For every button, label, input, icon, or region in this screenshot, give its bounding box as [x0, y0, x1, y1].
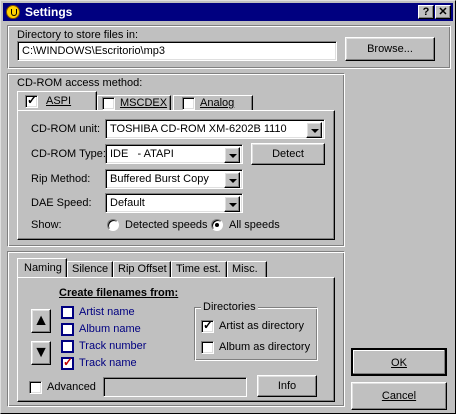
- album-name-checkbox[interactable]: [61, 323, 74, 336]
- chevron-down-icon[interactable]: [306, 122, 322, 138]
- rip-method-label: Rip Method:: [31, 173, 91, 185]
- advanced-label: Advanced: [47, 381, 96, 393]
- cdrom-type-value: IDE - ATAPI: [110, 148, 174, 160]
- track-number-checkbox[interactable]: [61, 340, 74, 353]
- help-button[interactable]: ?: [418, 5, 434, 19]
- advanced-checkbox[interactable]: [29, 381, 42, 394]
- cdrom-unit-label: CD-ROM unit:: [31, 123, 101, 135]
- arrow-up-icon: ▲: [33, 312, 49, 329]
- aspi-checkbox[interactable]: [25, 93, 38, 108]
- dae-speed-select[interactable]: Default: [105, 193, 243, 213]
- tab-rip-offset-label: Rip Offset: [118, 263, 167, 275]
- tab-misc-label: Misc.: [232, 263, 258, 275]
- window-title: Settings: [25, 5, 73, 19]
- directory-label: Directory to store files in:: [17, 29, 139, 41]
- artist-as-directory-label: Artist as directory: [219, 320, 304, 332]
- info-button[interactable]: Info: [257, 375, 317, 397]
- move-down-button[interactable]: ▼: [31, 341, 51, 365]
- tab-naming[interactable]: Naming: [17, 258, 67, 278]
- detected-speeds-radio[interactable]: [107, 219, 119, 231]
- arrow-down-icon: ▼: [33, 344, 49, 361]
- dae-speed-value: Default: [110, 197, 145, 209]
- tab-naming-label: Naming: [24, 262, 62, 274]
- ok-button[interactable]: OK: [351, 348, 447, 376]
- tab-silence[interactable]: Silence: [67, 261, 113, 278]
- advanced-input[interactable]: [103, 377, 247, 397]
- tab-time-est[interactable]: Time est.: [171, 261, 227, 278]
- mscdex-checkbox[interactable]: [102, 97, 115, 110]
- tab-aspi[interactable]: ASPI: [17, 91, 97, 111]
- chevron-down-icon[interactable]: [224, 147, 240, 163]
- analog-checkbox[interactable]: [182, 97, 195, 110]
- tab-rip-offset[interactable]: Rip Offset: [113, 261, 171, 278]
- tab-analog[interactable]: Analog: [173, 95, 253, 111]
- close-button[interactable]: ✕: [435, 5, 451, 19]
- cdrom-type-label: CD-ROM Type:: [31, 148, 106, 160]
- title-bar[interactable]: Settings ? ✕: [3, 3, 453, 21]
- cancel-button[interactable]: Cancel: [351, 382, 447, 410]
- app-icon: [6, 5, 20, 19]
- tab-aspi-label: ASPI: [46, 95, 72, 107]
- album-as-directory-checkbox[interactable]: [201, 341, 214, 354]
- artist-as-directory-checkbox[interactable]: [201, 318, 214, 333]
- cdrom-unit-select[interactable]: TOSHIBA CD-ROM XM-6202B 1110: [105, 119, 325, 139]
- directory-input[interactable]: C:\WINDOWS\Escritorio\mp3: [17, 41, 337, 61]
- tab-time-est-label: Time est.: [176, 263, 221, 275]
- album-as-directory-label: Album as directory: [219, 341, 311, 353]
- create-filenames-label: Create filenames from:: [59, 287, 179, 299]
- artist-name-checkbox[interactable]: [61, 306, 74, 319]
- show-label: Show:: [31, 219, 62, 231]
- track-number-label: Track number: [79, 340, 147, 352]
- tab-silence-label: Silence: [72, 263, 109, 275]
- tab-misc[interactable]: Misc.: [227, 261, 267, 278]
- cdrom-type-select[interactable]: IDE - ATAPI: [105, 144, 243, 164]
- tab-mscdex-label: MSCDEX: [120, 97, 168, 109]
- tab-mscdex[interactable]: MSCDEX: [97, 95, 171, 111]
- move-up-button[interactable]: ▲: [31, 309, 51, 333]
- album-name-label: Album name: [79, 323, 141, 335]
- tab-analog-label: Analog: [200, 97, 235, 109]
- detected-speeds-label: Detected speeds: [125, 219, 208, 231]
- cdrom-group-label: CD-ROM access method:: [17, 77, 143, 89]
- directories-label: Directories: [201, 301, 258, 313]
- all-speeds-radio[interactable]: [211, 219, 223, 231]
- chevron-down-icon[interactable]: [224, 196, 240, 212]
- track-name-label: Track name: [79, 357, 137, 369]
- dae-speed-label: DAE Speed:: [31, 197, 92, 209]
- chevron-down-icon[interactable]: [224, 172, 240, 188]
- detect-button[interactable]: Detect: [251, 143, 325, 165]
- all-speeds-label: All speeds: [229, 219, 280, 231]
- rip-method-value: Buffered Burst Copy: [110, 173, 209, 185]
- track-name-checkbox[interactable]: [61, 355, 74, 370]
- artist-name-label: Artist name: [79, 306, 135, 318]
- rip-method-select[interactable]: Buffered Burst Copy: [105, 169, 243, 189]
- cdrom-unit-value: TOSHIBA CD-ROM XM-6202B 1110: [110, 123, 287, 135]
- settings-window: Settings ? ✕ Directory to store files in…: [0, 0, 456, 414]
- browse-button[interactable]: Browse...: [345, 37, 435, 61]
